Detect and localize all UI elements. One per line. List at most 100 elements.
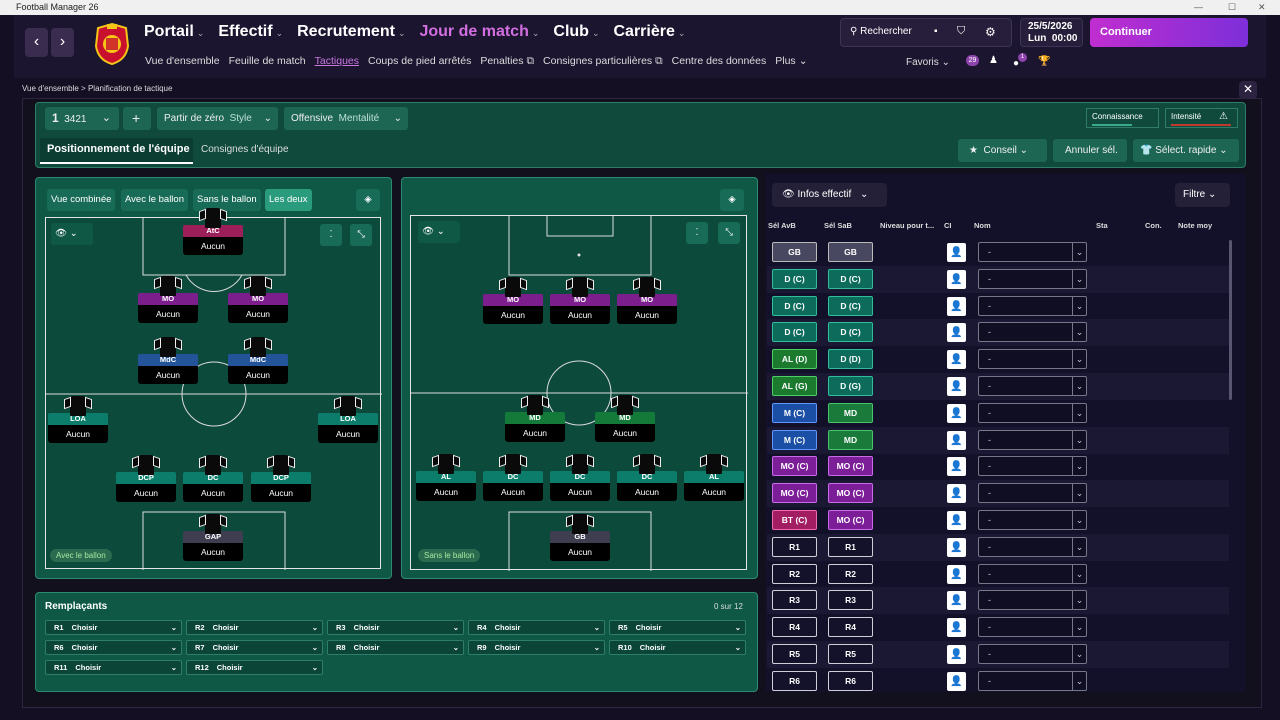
player-slot[interactable]: MO Aucun [550,277,610,324]
submenu-item-1[interactable]: Feuille de match [229,55,306,68]
filter-button[interactable]: Filtre ⌄ [1175,183,1230,207]
substitute-select[interactable]: R7 Choisir ⌄ [186,640,323,655]
column-header[interactable]: Con. [1145,221,1162,230]
position-out-possession[interactable]: MO (C) [828,510,873,530]
person-icon[interactable]: 👤 [947,457,966,477]
position-out-possession[interactable]: MD [828,402,873,423]
player-slot[interactable]: DC Aucun [550,454,610,501]
view-combined[interactable]: Vue combinée [47,189,116,211]
squad-view-select[interactable]: 👁 Infos effectif ⌄ [772,183,887,207]
eye-toggle[interactable]: 👁 ⌄ [51,223,93,245]
player-name-select[interactable]: - ⌄ [978,563,1087,584]
view-in-possession[interactable]: Avec le ballon [121,189,188,211]
player-name-select[interactable]: - ⌄ [978,402,1087,423]
inbox-icon[interactable]: ▪ [934,26,938,37]
person-icon[interactable]: 👤 [947,350,966,370]
minimize-icon[interactable]: — [1194,0,1203,15]
position-out-possession[interactable]: GB [828,242,873,262]
expand-icon[interactable]: ⤡ [350,224,372,246]
eye-toggle-right[interactable]: 👁 ⌄ [418,221,460,243]
view-both[interactable]: Les deux [265,189,312,211]
player-slot[interactable]: MdC Aucun [228,337,288,384]
substitute-select[interactable]: R1 Choisir ⌄ [45,620,182,635]
substitute-select[interactable]: R12 Choisir ⌄ [186,660,323,675]
substitute-select[interactable]: R6 Choisir ⌄ [45,640,182,655]
menu-4[interactable]: Club ⌄ [553,23,599,41]
player-slot[interactable]: DCP Aucun [251,455,311,502]
player-slot[interactable]: DC Aucun [617,454,677,501]
position-in-possession[interactable]: BT (C) [772,510,817,530]
intensity-meter[interactable]: Intensité ⚠ [1165,108,1238,128]
player-name-select[interactable]: - ⌄ [978,536,1087,557]
substitute-select[interactable]: R5 Choisir ⌄ [609,620,746,635]
submenu-item-0[interactable]: Vue d'ensemble [145,55,220,68]
player-name-select[interactable]: - ⌄ [978,644,1087,664]
shield-icon[interactable]: ⛉ [957,25,965,38]
substitute-select[interactable]: R3 Choisir ⌄ [327,620,464,635]
menu-3[interactable]: Jour de match ⌄ [419,23,539,41]
menu-0[interactable]: Portail ⌄ [144,23,204,41]
notification-badge[interactable]: 29 [966,55,979,66]
position-in-possession[interactable]: GB [772,242,817,262]
player-slot[interactable]: GB Aucun [550,514,610,561]
position-out-possession[interactable]: D (C) [828,322,873,343]
player-slot[interactable]: MdC Aucun [138,337,198,384]
expand-icon-right[interactable]: ⤡ [718,222,740,244]
style-select[interactable]: Partir de zéro Style ⌄ [157,107,278,130]
scrollbar[interactable] [1229,240,1232,400]
position-out-possession[interactable]: D (G) [828,376,873,396]
player-name-select[interactable]: - ⌄ [978,617,1087,638]
position-in-possession[interactable]: M (C) [772,429,817,450]
position-in-possession[interactable]: D (C) [772,295,817,316]
person-icon[interactable]: 👤 [947,618,966,638]
position-in-possession[interactable]: D (C) [772,322,817,343]
position-in-possession[interactable]: R4 [772,617,817,638]
staff-icon[interactable]: ♟ [989,55,998,66]
player-slot[interactable]: MD Aucun [505,395,565,442]
person-icon[interactable]: 👤 [947,430,966,450]
position-out-possession[interactable]: MO (C) [828,456,873,477]
column-header[interactable]: Note moy [1178,221,1212,230]
trophy-icon[interactable]: 🏆 [1038,56,1050,67]
position-in-possession[interactable]: AL (G) [772,376,817,396]
player-slot[interactable]: LOA Aucun [318,396,378,443]
advice-button[interactable]: ★ Conseil ⌄ [958,139,1047,162]
submenu-item-5[interactable]: Consignes particulières [543,55,652,68]
position-out-possession[interactable]: R1 [828,536,873,557]
player-name-select[interactable]: - ⌄ [978,268,1087,289]
position-out-possession[interactable]: R2 [828,563,873,584]
undo-selection-button[interactable]: Annuler sél. [1053,139,1127,162]
person-icon[interactable]: 👤 [947,403,966,423]
position-in-possession[interactable]: R3 [772,590,817,611]
formation-select[interactable]: 1 3421 ⌄ [45,107,119,130]
player-slot[interactable]: MO Aucun [483,277,543,324]
forward-button[interactable]: › [51,28,74,57]
grid-icon-right[interactable]: ⁚ [686,222,708,244]
mentality-select[interactable]: Offensive Mentalité ⌄ [284,107,408,130]
player-name-select[interactable]: - ⌄ [978,349,1087,370]
position-in-possession[interactable]: R1 [772,536,817,557]
submenu-item-4[interactable]: Penalties [480,55,523,68]
substitute-select[interactable]: R4 Choisir ⌄ [468,620,605,635]
player-slot[interactable]: DCP Aucun [116,455,176,502]
column-header[interactable]: Sél SaB [824,221,852,230]
person-icon[interactable]: 👤 [947,323,966,343]
position-out-possession[interactable]: D (C) [828,295,873,316]
submenu-item-7[interactable]: Plus [775,55,795,68]
knowledge-meter[interactable]: Connaissance [1086,108,1159,128]
person-icon[interactable]: 👤 [947,564,966,584]
position-out-possession[interactable]: D (D) [828,349,873,370]
close-button[interactable]: ✕ [1239,81,1257,99]
player-slot[interactable]: MD Aucun [595,395,655,442]
player-slot[interactable]: MO Aucun [138,276,198,323]
column-header[interactable]: CI [944,221,952,230]
person-icon[interactable]: 👤 [947,537,966,557]
player-slot[interactable]: GAP Aucun [183,514,243,561]
person-icon[interactable]: 👤 [947,269,966,289]
position-out-possession[interactable]: R6 [828,670,873,691]
menu-2[interactable]: Recrutement ⌄ [297,23,405,41]
position-in-possession[interactable]: M (C) [772,402,817,423]
position-out-possession[interactable]: D (C) [828,268,873,289]
search-button[interactable]: ⚲ Rechercher [850,26,912,37]
continue-button[interactable]: Continuer [1090,18,1248,47]
